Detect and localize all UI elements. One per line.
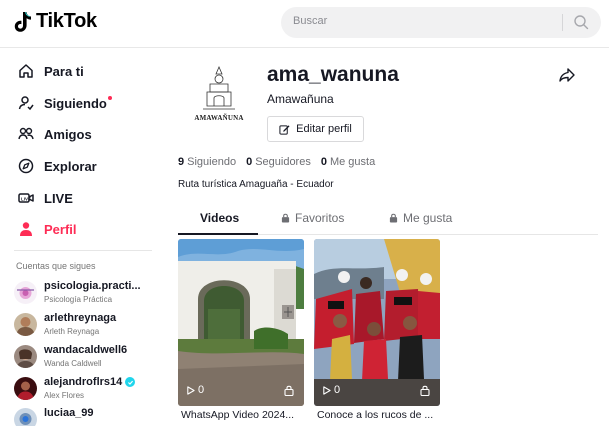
account-username-text: alejandroflrs14 [44,376,123,388]
followers-stat[interactable]: 0 Seguidores [246,156,311,168]
nav-label: LIVE [44,190,73,206]
following-account[interactable]: alejandroflrs14 Alex Flores [14,375,164,407]
account-display-name: Alex Flores [44,391,85,400]
compass-icon [18,158,34,174]
video-thumbnail-image [178,239,304,406]
video-thumbnail[interactable]: 0 [314,239,440,406]
likes-stat: 0 Me gusta [321,156,375,168]
video-thumbnail[interactable]: 0 [178,239,304,406]
following-stat[interactable]: 9 Siguiendo [178,156,236,168]
following-account[interactable]: wandacaldwell6 Wanda Caldwell [14,343,164,375]
tiktok-note-icon [14,11,31,32]
profile-avatar[interactable]: AMAWAÑUNA [183,62,255,134]
followers-count: 0 [246,156,253,168]
nav-item-live[interactable]: LIVE LIVE [18,186,73,210]
following-account[interactable]: psicologia.practi... Psicología Práctica [14,279,164,311]
sidebar: Para ti Siguiendo Amigos Explorar LIVE L… [0,49,160,426]
search-divider [562,14,563,31]
edit-profile-button[interactable]: Editar perfil [267,116,364,142]
nav-item-siguiendo[interactable]: Siguiendo [18,91,112,115]
nav-label: Siguiendo [44,95,107,111]
profile-tabs: Videos Favoritos Me gusta [178,205,598,235]
share-icon[interactable] [558,66,576,84]
avatar [14,345,37,368]
nav-item-explorar[interactable]: Explorar [18,154,97,178]
account-username: wandacaldwell6 [44,344,128,356]
nav-item-amigos[interactable]: Amigos [18,122,92,146]
likes-count: 0 [320,156,327,168]
account-display-name: Psicología Práctica [44,295,113,304]
likes-stat-label: Me gusta [329,156,376,168]
avatar [14,408,37,426]
play-count: 0 [322,384,340,396]
profile-icon [20,222,32,236]
tab-label: Me gusta [403,211,453,225]
nav-item-para-ti[interactable]: Para ti [18,59,84,83]
notification-dot [107,96,112,100]
following-account[interactable]: arlethreynaga Arleth Reynaga [14,311,164,343]
following-icon [18,96,34,111]
followers-stat-label: Seguidores [255,156,311,168]
profile-stats: 9 Siguiendo 0 Seguidores 0 Me gusta [178,156,375,168]
play-count-value: 0 [198,384,205,396]
sidebar-divider [14,250,152,251]
play-count-value: 0 [334,384,341,396]
play-count: 0 [186,384,204,396]
live-icon: LIVE [18,193,34,203]
lock-icon [420,385,430,396]
tab-label: Videos [200,211,240,225]
following-section-title: Cuentas que sigues [16,261,96,271]
nav-item-perfil[interactable]: Perfil [18,217,77,241]
video-thumbnail-image [314,239,440,406]
avatar-logo-text: AMAWAÑUNA [194,114,244,122]
lock-icon [284,385,294,396]
edit-icon [279,124,290,135]
following-stat-label: Siguiendo [187,156,237,168]
account-display-name: Arleth Reynaga [44,327,100,336]
account-username: arlethreynaga [44,312,117,324]
tab-favoritos[interactable]: Favoritos [281,211,344,225]
profile-nickname: Amawañuna [267,92,334,106]
account-username: alejandroflrs14 [44,376,136,388]
avatar [14,313,37,336]
play-icon [187,385,195,395]
top-bar: TikTok Buscar [0,0,609,48]
nav-label: Amigos [44,126,92,142]
tiktok-logo[interactable]: TikTok [14,10,97,33]
profile-username: ama_wanuna [267,63,399,86]
lock-icon [281,213,290,223]
account-display-name: Wanda Caldwell [44,359,102,368]
nav-label: Explorar [44,158,97,174]
avatar [14,377,37,400]
tab-label: Favoritos [295,211,345,225]
play-icon [323,385,331,395]
profile-bio: Ruta turística Amaguaña - Ecuador [178,179,334,190]
following-count: 9 [178,156,185,168]
tab-videos[interactable]: Videos [200,211,239,225]
active-tab-indicator [178,233,258,235]
nav-label: Perfil [44,221,77,237]
account-username: luciaa_99 [44,407,94,419]
friends-icon [18,127,34,140]
verified-badge-icon [125,377,136,387]
home-icon [19,64,33,78]
search-icon[interactable] [573,14,589,30]
account-username: psicologia.practi... [44,280,141,292]
edit-profile-label: Editar perfil [296,123,352,135]
avatar [14,281,37,304]
search-bar[interactable]: Buscar [281,7,601,38]
lock-icon [389,213,398,223]
nav-label: Para ti [44,63,84,79]
search-input[interactable]: Buscar [293,15,327,27]
tab-me-gusta[interactable]: Me gusta [389,211,452,225]
brand-name: TikTok [36,10,97,32]
svg-text:LIVE: LIVE [21,197,31,202]
video-caption[interactable]: WhatsApp Video 2024... [181,409,294,421]
following-account[interactable]: luciaa_99 [14,406,164,426]
video-caption[interactable]: Conoce a los rucos de ... [317,409,433,421]
